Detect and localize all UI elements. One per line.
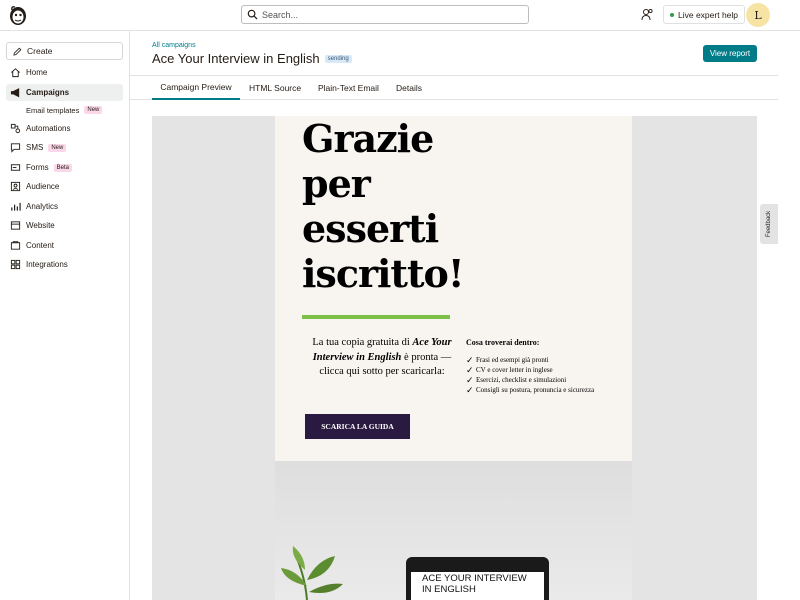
checkmark-icon: ✓ [466, 385, 474, 395]
view-report-button[interactable]: View report [703, 45, 757, 62]
sidebar-item-automations[interactable]: Automations [6, 120, 123, 137]
email-preview: Grazie per esserti iscritto! La tua copi… [152, 116, 757, 600]
website-icon [10, 221, 21, 230]
feedback-tab[interactable]: Feedback [760, 204, 778, 244]
integrations-icon [10, 259, 21, 270]
sidebar-item-campaigns[interactable]: Campaigns [6, 84, 123, 101]
tab-details[interactable]: Details [396, 76, 422, 100]
tab-campaign-preview[interactable]: Campaign Preview [152, 76, 240, 100]
headline-line: per [302, 161, 371, 206]
create-label: Create [27, 46, 53, 56]
email-headline: Grazie per esserti iscritto! [302, 116, 602, 296]
sms-icon [10, 143, 21, 153]
content-icon [10, 241, 21, 250]
sidebar-item-forms[interactable]: Forms Beta [6, 159, 123, 176]
expert-help-label: Live expert help [678, 9, 739, 20]
beta-badge: Beta [53, 163, 73, 172]
sidebar-item-label: Content [26, 241, 55, 250]
sidebar-item-label: Website [26, 221, 55, 230]
sidebar-item-label: Campaigns [26, 88, 70, 97]
list-item-label: Consigli su postura, pronuncia e sicurez… [476, 386, 595, 394]
checkmark-icon: ✓ [466, 355, 474, 365]
tab-plain-text-email[interactable]: Plain-Text Email [318, 76, 379, 100]
tablet-image: ACE YOUR INTERVIEW IN ENGLISH [406, 557, 549, 600]
megaphone-icon [10, 88, 20, 98]
sidebar: Create Home Campaigns Email templates Ne… [0, 31, 130, 600]
tab-html-source[interactable]: HTML Source [249, 76, 301, 100]
search-icon [247, 9, 258, 20]
sidebar-item-label: Forms [26, 163, 49, 172]
checkmark-icon: ✓ [466, 365, 474, 375]
create-button[interactable]: Create [6, 42, 123, 60]
list-item-label: CV e cover letter in inglese [476, 366, 553, 374]
mailchimp-logo-icon[interactable] [8, 4, 28, 26]
list-item-label: Frasi ed esempi già pronti [476, 356, 549, 364]
sidebar-item-sms[interactable]: SMS New [6, 139, 123, 156]
people-icon[interactable] [641, 8, 653, 21]
home-icon [11, 68, 20, 78]
sidebar-item-label: SMS [26, 143, 44, 152]
audience-icon [10, 181, 21, 192]
list-item: ✓ Frasi ed esempi già pronti [466, 356, 611, 365]
download-guide-button[interactable]: SCARICA LA GUIDA [305, 414, 410, 439]
avatar[interactable]: L [746, 3, 770, 27]
contents-heading: Cosa troverai dentro: [466, 338, 540, 347]
search-box[interactable] [241, 5, 529, 24]
top-bar: Live expert help L [0, 0, 800, 31]
sidebar-item-audience[interactable]: Audience [6, 178, 123, 195]
sidebar-item-label: Automations [26, 124, 71, 133]
sidebar-item-label: Email templates [26, 105, 80, 115]
status-badge: sending [324, 54, 352, 63]
checkmark-icon: ✓ [466, 375, 474, 385]
page-title: Ace Your Interview in English sending [152, 51, 352, 66]
tablet-screen-text: ACE YOUR INTERVIEW IN ENGLISH [411, 572, 544, 600]
sidebar-item-label: Integrations [26, 260, 68, 269]
tab-bar: Campaign Preview HTML Source Plain-Text … [130, 75, 778, 100]
pencil-icon [13, 47, 22, 56]
live-expert-help-button[interactable]: Live expert help [663, 5, 746, 24]
sidebar-item-label: Audience [26, 182, 60, 191]
search-input[interactable] [262, 9, 512, 20]
sidebar-item-website[interactable]: Website [6, 217, 123, 234]
sidebar-item-content[interactable]: Content [6, 237, 123, 254]
sidebar-item-email-templates[interactable]: Email templates New [26, 103, 103, 117]
plant-image [281, 546, 343, 600]
list-item: ✓ Esercizi, checklist e simulazioni [466, 376, 611, 385]
new-badge: New [84, 106, 103, 114]
analytics-icon [11, 202, 21, 211]
contents-list: ✓ Frasi ed esempi già pronti ✓ CV e cover … [466, 356, 611, 396]
headline-line: iscritto! [302, 251, 465, 296]
email-intro: La tua copia gratuita di Ace Your Interv… [302, 336, 462, 380]
forms-icon [10, 164, 21, 171]
list-item: ✓ Consigli su postura, pronuncia e sicure… [466, 386, 611, 395]
online-status-dot [670, 12, 674, 17]
sidebar-item-home[interactable]: Home [6, 64, 123, 81]
headline-line: Grazie [302, 116, 434, 161]
intro-text: La tua copia gratuita di [312, 337, 410, 348]
sidebar-item-label: Home [26, 68, 48, 77]
campaign-title: Ace Your Interview in English [152, 51, 320, 66]
sidebar-item-analytics[interactable]: Analytics [6, 198, 123, 215]
breadcrumb[interactable]: All campaigns [152, 42, 196, 49]
sidebar-item-integrations[interactable]: Integrations [6, 256, 123, 273]
automations-icon [10, 123, 21, 134]
divider-bar [302, 315, 450, 319]
feedback-label: Feedback [766, 210, 773, 238]
headline-line: esserti [302, 206, 439, 251]
new-badge: New [48, 143, 67, 152]
sidebar-item-label: Analytics [26, 202, 59, 211]
list-item: ✓ CV e cover letter in inglese [466, 366, 611, 375]
list-item-label: Esercizi, checklist e simulazioni [476, 376, 567, 384]
